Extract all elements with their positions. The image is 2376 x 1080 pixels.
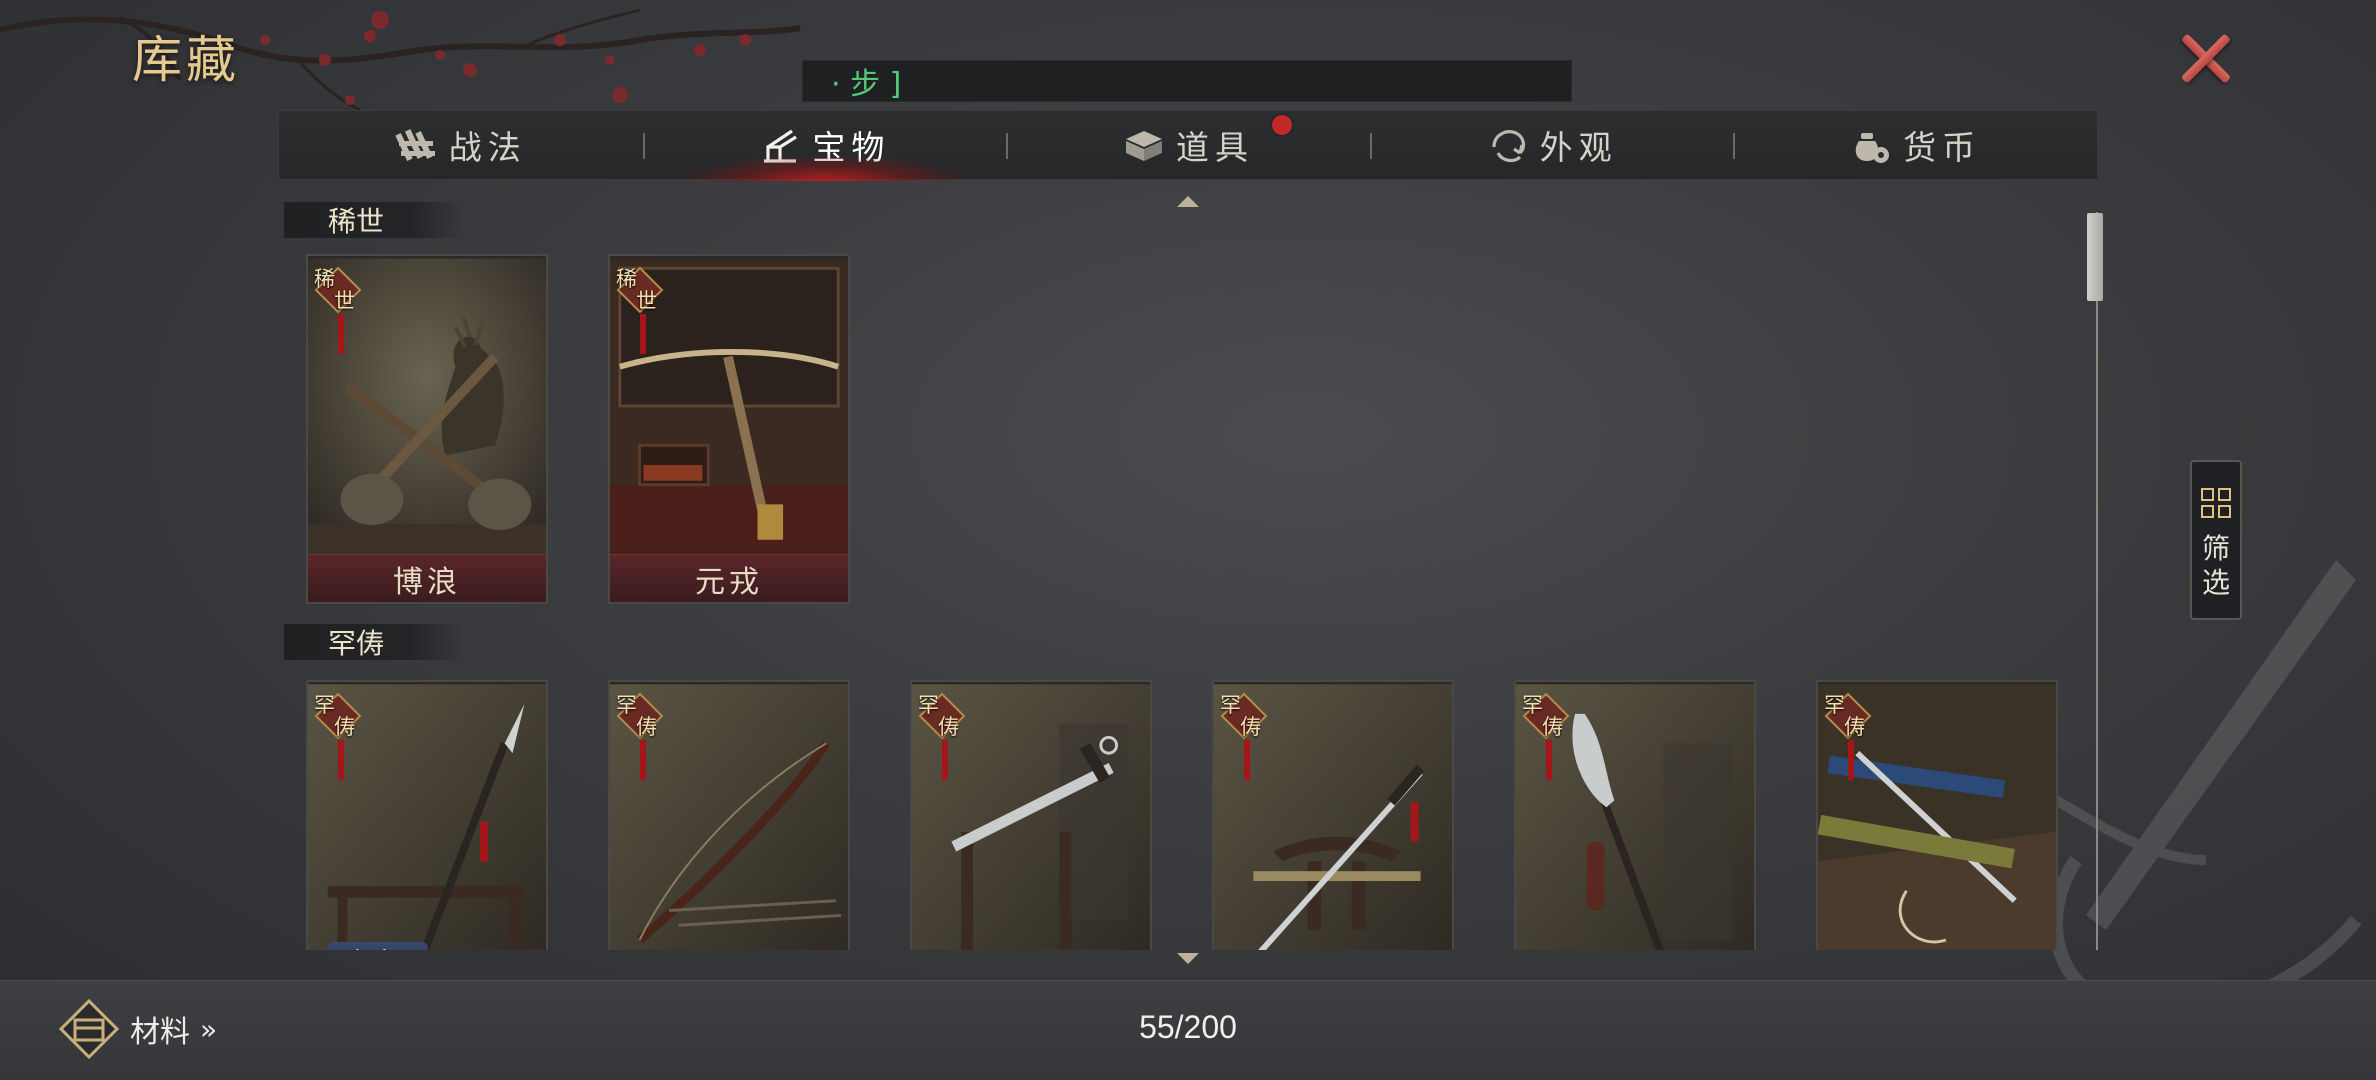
treasure-card[interactable]: 稀世 元戎 [608, 254, 850, 604]
rarity-badge-text: 罕俦 [918, 693, 959, 739]
tassel-icon [1546, 740, 1552, 780]
notification-dot [1271, 115, 1292, 135]
page-title: 库藏 [132, 31, 240, 89]
materials-label: 材料 [130, 1015, 190, 1050]
currency-icon [1855, 133, 1890, 163]
treasure-card[interactable]: 罕俦 [1514, 680, 1756, 950]
section-header-uncommon: 罕俦 [284, 624, 464, 660]
section-header-rare: 稀世 [284, 202, 464, 238]
treasure-card[interactable]: 罕俦 [1816, 680, 2058, 950]
tab-treasure[interactable]: 宝物 [642, 111, 1007, 181]
tassel-icon [640, 740, 646, 780]
tassel-icon [1848, 740, 1854, 780]
treasure-name: 博浪 [308, 554, 546, 602]
materials-icon [58, 998, 120, 1060]
materials-button[interactable]: 材料 » [58, 997, 217, 1061]
rarity-badge-text: 罕俦 [314, 693, 355, 739]
treasure-icon [764, 129, 798, 163]
status-input-bar[interactable]: · 步 ] [802, 60, 1572, 102]
appearance-icon [1491, 130, 1525, 163]
rarity-badge-text: 罕俦 [1220, 693, 1261, 739]
item-tag-label: 陷阵 [328, 942, 428, 950]
tab-tactics[interactable]: 战法 [279, 111, 643, 179]
storage-capacity: 55/200 [1139, 1009, 1237, 1045]
filter-button[interactable]: 筛 选 [2190, 460, 2242, 620]
tab-label: 宝物 [812, 128, 891, 167]
tab-label: 道具 [1175, 128, 1254, 167]
treasure-card[interactable]: 稀世 博浪 [306, 254, 548, 604]
tassel-icon [1244, 740, 1250, 780]
treasure-card[interactable]: 罕俦 [910, 680, 1152, 950]
tactics-icon [395, 129, 435, 161]
tab-appearance[interactable]: 外观 [1369, 111, 1734, 179]
tassel-icon [338, 740, 344, 780]
tassel-icon [338, 314, 344, 354]
double-chevron-icon: » [200, 1012, 217, 1046]
rarity-badge-text: 罕俦 [1522, 693, 1563, 739]
scrollbar-track[interactable] [2096, 212, 2098, 950]
tab-label: 外观 [1539, 128, 1618, 167]
tab-currency[interactable]: 货币 [1733, 111, 2097, 179]
rarity-badge-text: 罕俦 [1824, 693, 1865, 739]
treasure-name: 元戎 [610, 554, 848, 602]
scroll-down-arrow-icon[interactable] [1177, 953, 1199, 964]
grid-icon [2201, 488, 2231, 518]
tab-label: 战法 [448, 128, 527, 167]
treasure-card[interactable]: 罕俦 [608, 680, 850, 950]
rarity-badge-text: 稀世 [616, 267, 657, 313]
treasure-card[interactable]: 罕俦 [1212, 680, 1454, 950]
tab-items[interactable]: 道具 [1006, 111, 1370, 179]
scrollbar-thumb[interactable] [2087, 213, 2103, 301]
treasure-card[interactable]: 罕俦 陷阵 [306, 680, 548, 950]
treasure-list: 稀世 稀世 博浪 稀 世 元戎 罕俦 罕 俦 罕 俦 罕 俦 罕 俦 罕 俦 罕… [280, 200, 2080, 950]
rarity-badge-text: 稀世 [314, 267, 355, 313]
tassel-icon [640, 314, 646, 354]
close-button[interactable] [2176, 28, 2236, 88]
items-icon [1125, 131, 1162, 161]
tassel-icon [942, 740, 948, 780]
category-tabs: 战法 宝物 道具 外观 货币 [278, 110, 2098, 181]
filter-label-1: 筛 [2201, 532, 2230, 565]
rarity-badge-text: 罕俦 [616, 693, 657, 739]
filter-label-2: 选 [2201, 566, 2230, 599]
tab-label: 货币 [1903, 128, 1982, 167]
bottom-bar: 材料 » 55/200 [0, 980, 2376, 1080]
